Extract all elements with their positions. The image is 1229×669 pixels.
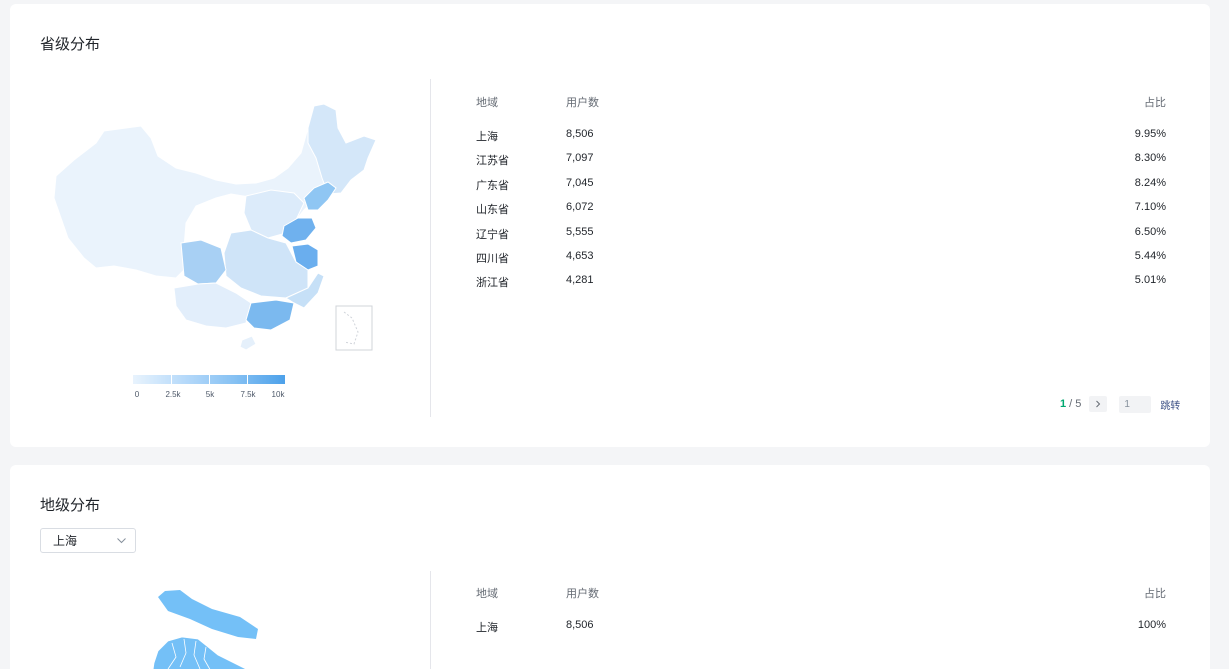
south-china-sea-islands — [343, 311, 359, 345]
cell-users: 4,281 — [566, 274, 594, 287]
cell-share: 7.10% — [1134, 201, 1166, 214]
header-share: 占比 — [1144, 588, 1166, 600]
section-divider — [430, 571, 431, 669]
table-row: 辽宁省 5,555 6.50% — [476, 226, 1166, 250]
cell-region: 四川省 — [476, 252, 509, 265]
cell-region: 浙江省 — [476, 277, 509, 290]
city-section-title: 地级分布 — [40, 497, 101, 514]
map-legend: 0 2.5k 5k 7.5k 10k — [133, 375, 285, 402]
province-distribution-card: 省级分布 0 2.5k 5k 7.5k 10k 地域 用户数 占比 上海 8,5… — [10, 4, 1210, 447]
cell-users: 4,653 — [566, 249, 594, 262]
cell-share: 5.01% — [1134, 274, 1166, 287]
table-row: 江苏省 7,097 8.30% — [476, 152, 1166, 176]
table-row: 广东省 7,045 8.24% — [476, 177, 1166, 201]
legend-divider — [209, 375, 210, 384]
table-row: 山东省 6,072 7.10% — [476, 201, 1166, 225]
region-select-value: 上海 — [53, 534, 78, 548]
cell-share: 5.44% — [1134, 249, 1166, 262]
china-map-svg — [53, 103, 377, 351]
cell-users: 8,506 — [566, 619, 594, 631]
next-page-button[interactable] — [1089, 396, 1108, 412]
page-jump-input[interactable] — [1119, 395, 1152, 413]
cell-region: 广东省 — [476, 179, 509, 192]
cell-region: 上海 — [476, 622, 498, 634]
table-header: 地域 用户数 占比 — [476, 585, 1166, 609]
cell-users: 7,045 — [566, 176, 594, 189]
legend-divider — [171, 375, 172, 384]
header-region: 地域 — [476, 588, 498, 600]
legend-divider — [247, 375, 248, 384]
cell-users: 7,097 — [566, 152, 594, 165]
china-map[interactable] — [46, 98, 377, 353]
table-row: 四川省 4,653 5.44% — [476, 250, 1166, 274]
province-section-title: 省级分布 — [40, 36, 101, 53]
map-region-southwest[interactable] — [173, 282, 252, 329]
cell-region: 江苏省 — [476, 155, 509, 168]
header-users: 用户数 — [566, 97, 599, 109]
chevron-down-icon — [117, 538, 126, 544]
legend-label: 10k — [271, 390, 285, 399]
map-region-sichuan[interactable] — [180, 239, 227, 285]
region-select[interactable]: 上海 — [40, 528, 136, 553]
map-region-hainan[interactable] — [239, 335, 257, 351]
map-region-chongming[interactable] — [158, 590, 258, 639]
cell-users: 6,072 — [566, 201, 594, 214]
table-row: 上海 8,506 100% — [476, 619, 1166, 643]
cell-share: 6.50% — [1134, 225, 1166, 238]
city-table: 地域 用户数 占比 上海 8,506 100% — [476, 585, 1166, 643]
cell-share: 9.95% — [1134, 128, 1166, 140]
pagination-total-pages: 5 — [1075, 398, 1082, 410]
table-body: 上海 8,506 9.95% 江苏省 7,097 8.30% 广东省 7,045… — [476, 128, 1166, 299]
province-table: 地域 用户数 占比 上海 8,506 9.95% 江苏省 7,097 8.30%… — [476, 94, 1166, 299]
shanghai-map[interactable] — [150, 577, 270, 669]
cell-users: 8,506 — [566, 128, 594, 140]
cell-region: 上海 — [476, 131, 498, 143]
page-jump-button[interactable]: 跳转 — [1160, 397, 1180, 412]
legend-label: 2.5k — [165, 390, 181, 399]
cell-share: 100% — [1137, 619, 1166, 631]
header-share: 占比 — [1144, 97, 1166, 109]
table-row: 上海 8,506 9.95% — [476, 128, 1166, 152]
header-region: 地域 — [476, 97, 498, 109]
city-distribution-card: 地级分布 上海 地域 用户数 占比 上海 8,506 100% — [10, 465, 1210, 669]
legend-label: 0 — [134, 390, 140, 399]
pagination-current-page: 1 — [1060, 398, 1067, 410]
cell-users: 5,555 — [566, 225, 594, 238]
chevron-right-icon — [1096, 400, 1101, 408]
legend-label: 5k — [205, 390, 215, 399]
map-region-guangdong[interactable] — [245, 299, 295, 331]
shanghai-map-svg — [152, 590, 258, 669]
pagination: 1 / 5 跳转 — [1060, 395, 1180, 413]
section-divider — [430, 79, 431, 417]
table-row: 浙江省 4,281 5.01% — [476, 274, 1166, 298]
cell-region: 辽宁省 — [476, 228, 509, 241]
table-header: 地域 用户数 占比 — [476, 94, 1166, 118]
legend-label: 7.5k — [240, 390, 256, 399]
table-body: 上海 8,506 100% — [476, 619, 1166, 643]
header-users: 用户数 — [566, 588, 599, 600]
legend-labels: 0 2.5k 5k 7.5k 10k — [133, 390, 285, 402]
cell-share: 8.24% — [1134, 176, 1166, 189]
pagination-separator: / — [1069, 398, 1073, 410]
legend-gradient-bar[interactable] — [133, 375, 285, 384]
cell-share: 8.30% — [1134, 152, 1166, 165]
cell-region: 山东省 — [476, 204, 509, 217]
